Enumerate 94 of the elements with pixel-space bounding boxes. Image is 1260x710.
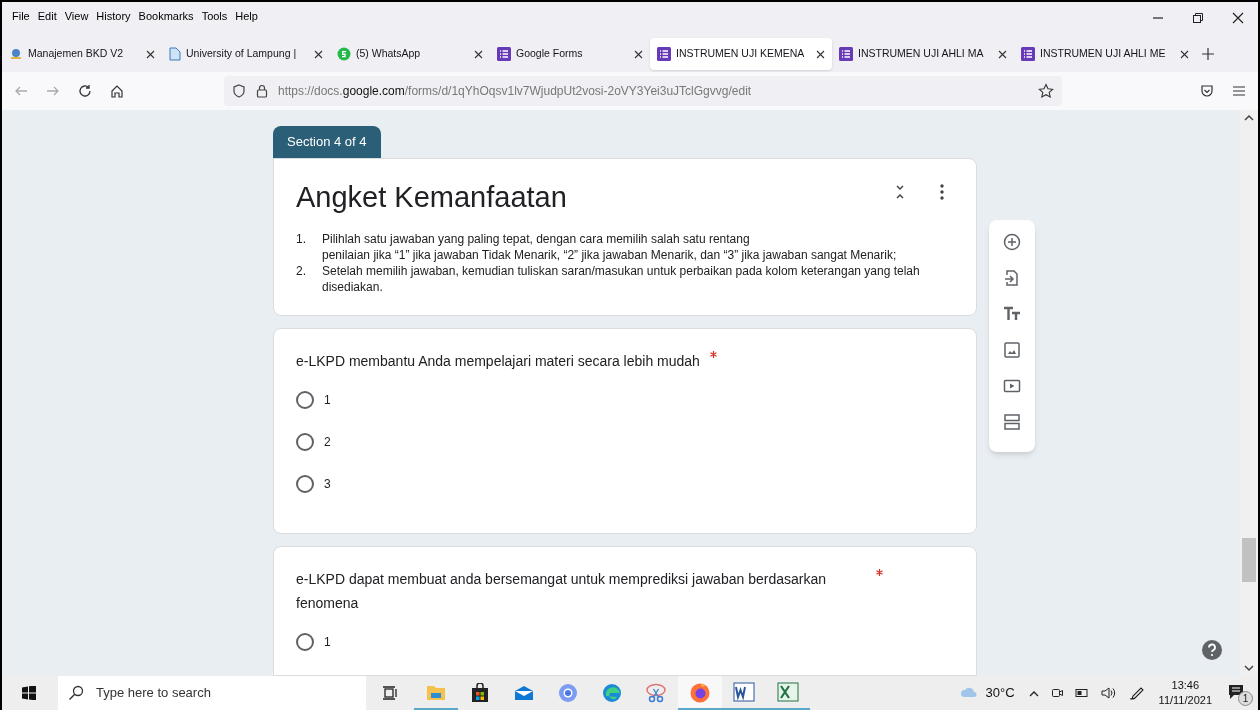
browser-tab[interactable]: INSTRUMEN UJI AHLI ME [1014, 38, 1196, 70]
forms-icon [1021, 47, 1035, 61]
notification-count: 1 [1238, 691, 1253, 706]
scroll-thumb[interactable] [1242, 538, 1256, 582]
radio-button[interactable] [296, 433, 314, 451]
scroll-down-icon[interactable] [1244, 664, 1254, 672]
camera-icon[interactable] [1050, 686, 1063, 700]
close-tab-icon[interactable] [816, 49, 825, 59]
shield-icon[interactable] [232, 84, 246, 98]
close-tab-icon[interactable] [314, 49, 323, 59]
list-number: 1. [296, 230, 307, 248]
title-text-icon[interactable] [1003, 305, 1021, 323]
instruction-text: penilaian jika “1” jika jawaban Tidak Menarik, “2” jika jawaban Menarik, dan “3” jika jawaban sangat Menarik; [322, 246, 898, 263]
document-icon [169, 47, 181, 61]
reload-icon[interactable] [78, 84, 92, 98]
windows-start-icon[interactable] [22, 686, 36, 700]
section-icon[interactable] [1003, 413, 1021, 431]
menu-item[interactable]: View [64, 8, 89, 25]
menu-item[interactable]: Tools [201, 8, 228, 25]
site-icon [9, 47, 23, 61]
browser-tab[interactable]: (5) WhatsApp [330, 38, 490, 70]
snipping-tool-icon[interactable] [645, 683, 667, 703]
clock[interactable]: 13:46 11/11/2021 [1158, 678, 1212, 708]
excel-icon[interactable] [777, 682, 799, 702]
option-label: 1 [324, 392, 331, 409]
menu-item[interactable]: Help [235, 8, 258, 25]
radio-button[interactable] [296, 633, 314, 651]
address-bar[interactable]: https://docs.google.com/forms/d/1qYhOqsv1lv7WjudpUt2vosi-2oVY3Yei3uJTclGgvvg/edit [224, 76, 1062, 106]
scrollbar[interactable] [1240, 110, 1258, 676]
word-icon[interactable] [733, 682, 755, 702]
chrome-icon[interactable] [558, 683, 578, 703]
browser-tab[interactable]: University of Lampung | [162, 38, 330, 70]
date-text: 11/11/2021 [1158, 693, 1212, 708]
new-tab-icon[interactable] [1202, 48, 1214, 60]
import-icon[interactable] [1003, 269, 1021, 287]
search-icon [68, 685, 84, 701]
close-icon[interactable] [1232, 12, 1244, 24]
menu-icon[interactable] [1232, 84, 1246, 98]
chat-badge-icon [337, 47, 351, 61]
help-icon[interactable] [1202, 640, 1222, 660]
search-placeholder: Type here to search [96, 684, 211, 703]
radio-button[interactable] [296, 475, 314, 493]
instruction-text: Setelah memilih jawaban, kemudian tuliskan saran/masukan untuk perbaikan pada kolom keterangan yang telah disediakan. [322, 262, 921, 295]
option-label: 3 [324, 476, 331, 493]
forms-icon [497, 47, 511, 61]
browser-tab[interactable]: Google Forms [490, 38, 650, 70]
speaker-icon[interactable] [1100, 686, 1117, 700]
close-tab-icon[interactable] [474, 49, 483, 59]
browser-tab[interactable]: INSTRUMEN UJI AHLI MA [832, 38, 1014, 70]
option-label: 1 [324, 634, 331, 651]
temperature-text[interactable]: 30°C [985, 683, 1015, 703]
section-badge: Section 4 of 4 [273, 126, 381, 158]
home-icon[interactable] [110, 84, 124, 98]
close-tab-icon[interactable] [634, 49, 643, 59]
mail-icon[interactable] [514, 685, 534, 701]
menu-item[interactable]: Edit [37, 8, 57, 25]
firefox-icon[interactable] [689, 681, 711, 703]
forms-icon [657, 47, 671, 61]
folder-icon[interactable] [426, 683, 446, 701]
lock-icon [256, 84, 268, 98]
star-icon[interactable] [1038, 83, 1054, 99]
url-text: https://docs.google.com/forms/d/1qYhOqsv1lv7WjudpUt2vosi-2oVY3Yei3uJTclGgvvg/edit [278, 83, 752, 100]
form-title: Angket Kemanfaatan [296, 179, 567, 215]
video-icon[interactable] [1003, 377, 1021, 395]
taskbar-search-field[interactable]: Type here to search [58, 676, 366, 710]
question-title: e-LKPD membantu Anda mempelajari materi secara lebih mudah [296, 352, 700, 371]
edge-icon[interactable] [602, 683, 622, 703]
radio-button[interactable] [296, 391, 314, 409]
restore-icon[interactable] [1192, 12, 1204, 24]
menu-item[interactable]: Bookmarks [138, 8, 194, 25]
option-label: 2 [324, 434, 331, 451]
battery-icon[interactable] [1074, 688, 1089, 698]
list-number: 2. [296, 262, 307, 280]
chevron-up-icon[interactable] [1028, 689, 1039, 697]
menu-item[interactable]: History [96, 8, 131, 25]
instruction-text: Pilihlah satu jawaban yang paling tepat, dengan cara memilih salah satu rentang [322, 230, 751, 247]
browser-tab[interactable]: Manajemen BKD V2 [2, 38, 162, 70]
add-question-icon[interactable] [1003, 233, 1021, 251]
store-icon[interactable] [471, 683, 489, 703]
menu-item[interactable]: File [12, 8, 30, 25]
collapse-icon[interactable] [895, 184, 905, 199]
time-text: 13:46 [1171, 678, 1200, 693]
scroll-up-icon[interactable] [1244, 114, 1254, 122]
task-view-icon[interactable] [382, 686, 398, 700]
pen-icon[interactable] [1128, 685, 1145, 701]
question-title: e-LKPD dapat membuat anda bersemangat untuk memprediksi jawaban berdasarkan fenomena [296, 570, 827, 613]
close-tab-icon[interactable] [1180, 49, 1189, 59]
more-icon[interactable] [940, 183, 944, 200]
close-tab-icon[interactable] [146, 49, 155, 59]
forms-icon [839, 47, 853, 61]
close-tab-icon[interactable] [998, 49, 1007, 59]
image-icon[interactable] [1003, 341, 1021, 359]
browser-tab[interactable]: INSTRUMEN UJI KEMENA [650, 38, 832, 70]
pocket-icon[interactable] [1200, 84, 1214, 98]
